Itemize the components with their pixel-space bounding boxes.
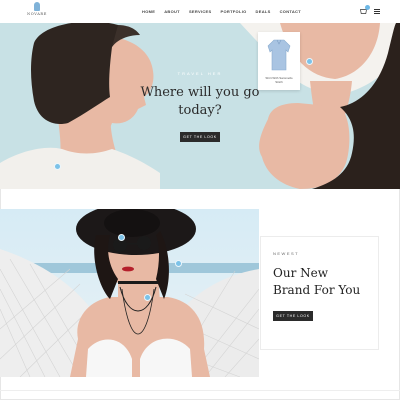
hero-model-left-image [0,23,160,189]
promo-get-the-look-button[interactable]: GET THE LOOK [273,311,313,321]
hero-banner: Shirt With Sammello Stitch TRAVEL HER Wh… [0,23,400,189]
nav-item-portfolio[interactable]: PORTFOLIO [221,9,247,14]
shopping-bag-icon[interactable] [360,5,370,14]
product-hotspot[interactable] [175,260,182,267]
product-card[interactable]: Shirt With Sammello Stitch [258,32,300,90]
promo-card: NEWEST Our New Brand For You GET THE LOO… [260,236,379,350]
model-photo [0,209,259,377]
hero-content: TRAVEL HER Where will you go today? GET … [140,71,260,143]
site-header: NOVARE HOME ABOUT SERVICES PORTFOLIO DEA… [0,0,400,23]
product-hotspot[interactable] [118,234,125,241]
promo-title: Our New Brand For You [273,266,361,297]
nav-item-home[interactable]: HOME [142,9,155,14]
hero-eyebrow: TRAVEL HER [177,71,223,76]
logo-text: NOVARE [27,12,47,16]
product-hotspot[interactable] [54,163,61,170]
product-hotspot[interactable] [144,294,151,301]
promo-eyebrow: NEWEST [273,251,300,256]
model-hammock-image [0,209,259,377]
logo-icon [34,2,40,11]
nav-item-contact[interactable]: CONTACT [280,9,301,14]
hamburger-menu-icon[interactable] [374,9,380,14]
section-divider [0,390,400,391]
hero-title: Where will you go today? [140,85,260,118]
product-name: Shirt With Sammello Stitch [265,76,293,84]
nav-item-deals[interactable]: DEALS [256,9,271,14]
new-brand-section: NEWEST Our New Brand For You GET THE LOO… [0,209,400,379]
hero-get-the-look-button[interactable]: GET THE LOOK [180,132,220,142]
shirt-image [267,39,291,71]
cart-badge [365,5,370,10]
main-nav: HOME ABOUT SERVICES PORTFOLIO DEALS CONT… [142,9,301,14]
nav-item-about[interactable]: ABOUT [164,9,180,14]
logo[interactable]: NOVARE [24,2,50,16]
product-hotspot[interactable] [306,58,313,65]
nav-item-services[interactable]: SERVICES [189,9,212,14]
